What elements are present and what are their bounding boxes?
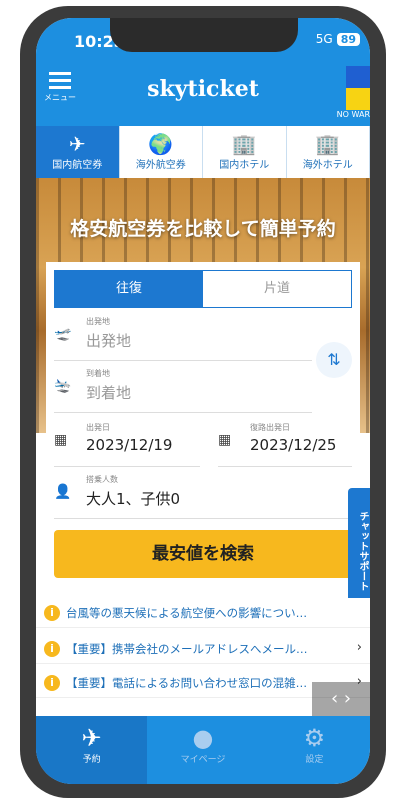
destination-field[interactable]: 🛬 到着地 到着地 <box>54 368 314 412</box>
departure-date-value: 2023/12/19 <box>86 436 173 454</box>
status-indicators: 5G 89 <box>316 32 360 46</box>
globe-icon: 🌍 <box>148 132 174 156</box>
info-icon: i <box>44 605 60 621</box>
app-logo[interactable]: skyticket <box>36 76 370 102</box>
notice-text: 台風等の悪天候による航空便への影響につい… <box>66 606 308 620</box>
bottom-navigation: ✈ 予約 ● マイページ ⚙ 設定 <box>36 716 370 784</box>
notch <box>110 18 298 52</box>
tab-domestic-hotels[interactable]: 🏢 国内ホテル <box>203 126 287 178</box>
tab-domestic-flights[interactable]: ✈ 国内航空券 <box>36 126 120 178</box>
flag-blue <box>346 66 370 88</box>
chat-support-button[interactable]: チャットサポート <box>348 488 370 608</box>
departure-date-field[interactable]: ▦ 出発日 2023/12/19 <box>54 422 204 466</box>
nav-label: 設定 <box>305 755 324 765</box>
airplane-icon: ✈ <box>81 724 102 752</box>
info-icon: i <box>44 675 60 691</box>
departure-plane-icon: 🛫 <box>54 326 72 342</box>
roundtrip-option[interactable]: 往復 <box>55 271 203 307</box>
nav-reserve[interactable]: ✈ 予約 <box>36 716 148 784</box>
network-label: 5G <box>315 32 333 46</box>
notice-item[interactable]: i 【重要】携帯会社のメールアドレスへメール… › <box>36 634 370 664</box>
passengers-label: 搭乗人数 <box>86 475 118 484</box>
passengers-value: 大人1、子供0 <box>86 490 181 508</box>
divider <box>54 518 352 519</box>
calendar-icon: ▦ <box>54 432 68 448</box>
trip-type-toggle: 往復 片道 <box>54 270 352 308</box>
flag-yellow <box>346 88 370 110</box>
airplane-icon: ✈ <box>68 132 86 156</box>
nav-settings[interactable]: ⚙ 設定 <box>259 716 370 784</box>
arrival-plane-icon: 🛬 <box>54 378 72 394</box>
building-icon: 🏢 <box>231 132 257 156</box>
origin-field[interactable]: 🛫 出発地 出発地 <box>54 316 314 360</box>
tab-label: 海外ホテル <box>302 160 353 171</box>
person-icon: 👤 <box>54 484 72 500</box>
nav-label: マイページ <box>180 755 226 765</box>
info-icon: i <box>44 641 60 657</box>
menu-icon <box>49 72 71 75</box>
return-date-field[interactable]: ▦ 復路出発日 2023/12/25 <box>218 422 358 466</box>
category-tabs: ✈ 国内航空券 🌍 海外航空券 🏢 国内ホテル 🏢 海外ホテル <box>36 126 370 178</box>
tab-label: 国内ホテル <box>219 160 270 171</box>
notice-item[interactable]: i 台風等の悪天候による航空便への影響につい… <box>36 598 370 628</box>
person-icon: ● <box>192 724 214 752</box>
notice-text: 【重要】電話によるお問い合わせ窓口の混雑… <box>66 676 308 690</box>
departure-date-label: 出発日 <box>86 423 110 432</box>
divider <box>54 466 200 467</box>
passengers-field[interactable]: 👤 搭乗人数 大人1、子供0 <box>54 474 352 518</box>
return-date-value: 2023/12/25 <box>250 436 337 454</box>
swap-locations-button[interactable]: ⇅ <box>316 342 352 378</box>
divider <box>218 466 352 467</box>
origin-placeholder: 出発地 <box>86 332 132 350</box>
origin-label: 出発地 <box>86 317 110 326</box>
search-form: 往復 片道 🛫 出発地 出発地 🛬 到着地 到着地 ⇅ ▦ 出発日 2023/1… <box>46 262 360 578</box>
battery-indicator: 89 <box>336 32 360 46</box>
chevron-right-icon: › <box>356 640 362 655</box>
calendar-icon: ▦ <box>218 432 232 448</box>
hero-title: 格安航空券を比較して簡単予約 <box>70 218 336 240</box>
building-icon: 🏢 <box>315 132 341 156</box>
return-date-label: 復路出発日 <box>250 423 290 432</box>
tab-label: 海外航空券 <box>135 160 186 171</box>
notice-text: 【重要】携帯会社のメールアドレスへメール… <box>66 642 308 656</box>
search-button[interactable]: 最安値を検索 <box>54 530 352 578</box>
gear-icon: ⚙ <box>303 724 326 752</box>
no-war-label: NO WAR <box>336 110 370 119</box>
tab-international-flights[interactable]: 🌍 海外航空券 <box>120 126 203 178</box>
divider <box>54 412 312 413</box>
oneway-option[interactable]: 片道 <box>203 271 351 307</box>
carousel-pager[interactable]: ‹ › <box>312 682 370 716</box>
tab-label: 国内航空券 <box>52 160 103 171</box>
divider <box>54 360 312 361</box>
screen: 10:23 5G 89 メニュー skyticket NO WAR ✈ 国内航空… <box>36 18 370 784</box>
ukraine-flag-icon[interactable] <box>346 66 370 110</box>
nav-mypage[interactable]: ● マイページ <box>147 716 258 784</box>
destination-placeholder: 到着地 <box>86 384 132 402</box>
destination-label: 到着地 <box>86 369 110 378</box>
nav-label: 予約 <box>82 755 101 765</box>
tab-international-hotels[interactable]: 🏢 海外ホテル <box>287 126 370 178</box>
